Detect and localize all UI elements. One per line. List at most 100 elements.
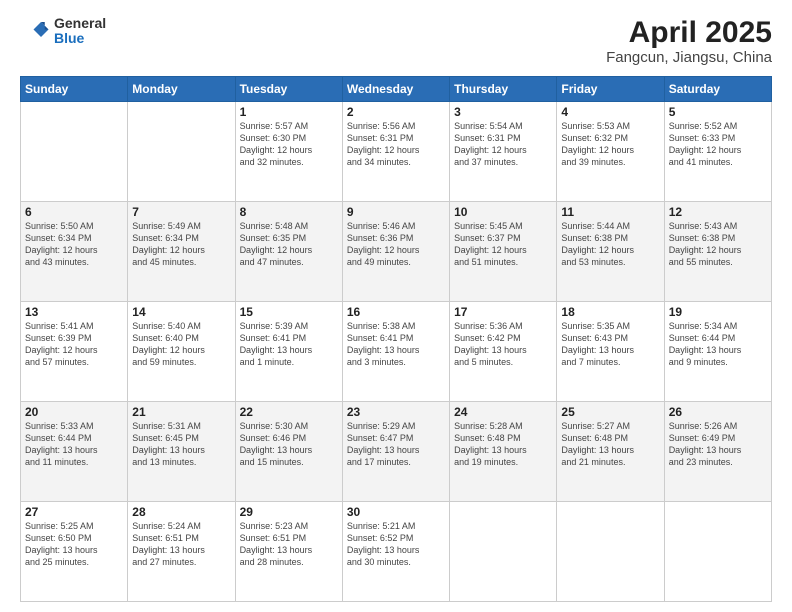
logo-text: General Blue bbox=[54, 16, 106, 47]
day-info: Sunrise: 5:28 AM Sunset: 6:48 PM Dayligh… bbox=[454, 420, 552, 469]
day-number: 1 bbox=[240, 105, 338, 119]
calendar-cell: 19Sunrise: 5:34 AM Sunset: 6:44 PM Dayli… bbox=[664, 302, 771, 402]
calendar-cell: 22Sunrise: 5:30 AM Sunset: 6:46 PM Dayli… bbox=[235, 402, 342, 502]
calendar-page: General Blue April 2025 Fangcun, Jiangsu… bbox=[0, 0, 792, 612]
calendar-cell: 3Sunrise: 5:54 AM Sunset: 6:31 PM Daylig… bbox=[450, 102, 557, 202]
day-info: Sunrise: 5:56 AM Sunset: 6:31 PM Dayligh… bbox=[347, 120, 445, 169]
page-subtitle: Fangcun, Jiangsu, China bbox=[606, 49, 772, 66]
day-info: Sunrise: 5:41 AM Sunset: 6:39 PM Dayligh… bbox=[25, 320, 123, 369]
calendar-cell: 27Sunrise: 5:25 AM Sunset: 6:50 PM Dayli… bbox=[21, 502, 128, 602]
week-row-5: 27Sunrise: 5:25 AM Sunset: 6:50 PM Dayli… bbox=[21, 502, 772, 602]
col-header-friday: Friday bbox=[557, 77, 664, 102]
calendar-cell: 29Sunrise: 5:23 AM Sunset: 6:51 PM Dayli… bbox=[235, 502, 342, 602]
day-number: 13 bbox=[25, 305, 123, 319]
day-info: Sunrise: 5:46 AM Sunset: 6:36 PM Dayligh… bbox=[347, 220, 445, 269]
page-header: General Blue April 2025 Fangcun, Jiangsu… bbox=[20, 16, 772, 66]
day-number: 17 bbox=[454, 305, 552, 319]
calendar-cell: 13Sunrise: 5:41 AM Sunset: 6:39 PM Dayli… bbox=[21, 302, 128, 402]
day-info: Sunrise: 5:25 AM Sunset: 6:50 PM Dayligh… bbox=[25, 520, 123, 569]
calendar-cell: 6Sunrise: 5:50 AM Sunset: 6:34 PM Daylig… bbox=[21, 202, 128, 302]
day-info: Sunrise: 5:33 AM Sunset: 6:44 PM Dayligh… bbox=[25, 420, 123, 469]
day-info: Sunrise: 5:44 AM Sunset: 6:38 PM Dayligh… bbox=[561, 220, 659, 269]
calendar-cell: 28Sunrise: 5:24 AM Sunset: 6:51 PM Dayli… bbox=[128, 502, 235, 602]
day-info: Sunrise: 5:39 AM Sunset: 6:41 PM Dayligh… bbox=[240, 320, 338, 369]
calendar-cell: 20Sunrise: 5:33 AM Sunset: 6:44 PM Dayli… bbox=[21, 402, 128, 502]
calendar-cell: 17Sunrise: 5:36 AM Sunset: 6:42 PM Dayli… bbox=[450, 302, 557, 402]
day-number: 5 bbox=[669, 105, 767, 119]
day-info: Sunrise: 5:54 AM Sunset: 6:31 PM Dayligh… bbox=[454, 120, 552, 169]
calendar-cell: 30Sunrise: 5:21 AM Sunset: 6:52 PM Dayli… bbox=[342, 502, 449, 602]
page-title: April 2025 bbox=[606, 16, 772, 49]
day-info: Sunrise: 5:29 AM Sunset: 6:47 PM Dayligh… bbox=[347, 420, 445, 469]
day-number: 30 bbox=[347, 505, 445, 519]
calendar-cell bbox=[664, 502, 771, 602]
day-number: 10 bbox=[454, 205, 552, 219]
day-info: Sunrise: 5:35 AM Sunset: 6:43 PM Dayligh… bbox=[561, 320, 659, 369]
calendar-cell: 24Sunrise: 5:28 AM Sunset: 6:48 PM Dayli… bbox=[450, 402, 557, 502]
calendar-cell bbox=[450, 502, 557, 602]
calendar-cell: 18Sunrise: 5:35 AM Sunset: 6:43 PM Dayli… bbox=[557, 302, 664, 402]
day-number: 27 bbox=[25, 505, 123, 519]
calendar-header-row: SundayMondayTuesdayWednesdayThursdayFrid… bbox=[21, 77, 772, 102]
day-number: 29 bbox=[240, 505, 338, 519]
calendar-cell: 1Sunrise: 5:57 AM Sunset: 6:30 PM Daylig… bbox=[235, 102, 342, 202]
day-number: 19 bbox=[669, 305, 767, 319]
col-header-wednesday: Wednesday bbox=[342, 77, 449, 102]
day-number: 7 bbox=[132, 205, 230, 219]
col-header-saturday: Saturday bbox=[664, 77, 771, 102]
week-row-3: 13Sunrise: 5:41 AM Sunset: 6:39 PM Dayli… bbox=[21, 302, 772, 402]
day-info: Sunrise: 5:23 AM Sunset: 6:51 PM Dayligh… bbox=[240, 520, 338, 569]
title-block: April 2025 Fangcun, Jiangsu, China bbox=[606, 16, 772, 66]
day-number: 16 bbox=[347, 305, 445, 319]
day-number: 28 bbox=[132, 505, 230, 519]
day-info: Sunrise: 5:27 AM Sunset: 6:48 PM Dayligh… bbox=[561, 420, 659, 469]
day-number: 9 bbox=[347, 205, 445, 219]
calendar-cell: 7Sunrise: 5:49 AM Sunset: 6:34 PM Daylig… bbox=[128, 202, 235, 302]
week-row-1: 1Sunrise: 5:57 AM Sunset: 6:30 PM Daylig… bbox=[21, 102, 772, 202]
calendar-cell: 10Sunrise: 5:45 AM Sunset: 6:37 PM Dayli… bbox=[450, 202, 557, 302]
day-info: Sunrise: 5:30 AM Sunset: 6:46 PM Dayligh… bbox=[240, 420, 338, 469]
calendar-cell: 12Sunrise: 5:43 AM Sunset: 6:38 PM Dayli… bbox=[664, 202, 771, 302]
calendar-cell: 25Sunrise: 5:27 AM Sunset: 6:48 PM Dayli… bbox=[557, 402, 664, 502]
calendar-cell bbox=[128, 102, 235, 202]
col-header-tuesday: Tuesday bbox=[235, 77, 342, 102]
day-info: Sunrise: 5:53 AM Sunset: 6:32 PM Dayligh… bbox=[561, 120, 659, 169]
day-info: Sunrise: 5:50 AM Sunset: 6:34 PM Dayligh… bbox=[25, 220, 123, 269]
day-number: 15 bbox=[240, 305, 338, 319]
calendar-cell: 4Sunrise: 5:53 AM Sunset: 6:32 PM Daylig… bbox=[557, 102, 664, 202]
calendar-cell: 14Sunrise: 5:40 AM Sunset: 6:40 PM Dayli… bbox=[128, 302, 235, 402]
day-number: 26 bbox=[669, 405, 767, 419]
logo-general: General bbox=[54, 16, 106, 31]
day-info: Sunrise: 5:57 AM Sunset: 6:30 PM Dayligh… bbox=[240, 120, 338, 169]
calendar-cell: 8Sunrise: 5:48 AM Sunset: 6:35 PM Daylig… bbox=[235, 202, 342, 302]
calendar-cell: 21Sunrise: 5:31 AM Sunset: 6:45 PM Dayli… bbox=[128, 402, 235, 502]
day-number: 23 bbox=[347, 405, 445, 419]
day-info: Sunrise: 5:31 AM Sunset: 6:45 PM Dayligh… bbox=[132, 420, 230, 469]
calendar-cell: 15Sunrise: 5:39 AM Sunset: 6:41 PM Dayli… bbox=[235, 302, 342, 402]
calendar-cell: 16Sunrise: 5:38 AM Sunset: 6:41 PM Dayli… bbox=[342, 302, 449, 402]
day-number: 18 bbox=[561, 305, 659, 319]
day-info: Sunrise: 5:48 AM Sunset: 6:35 PM Dayligh… bbox=[240, 220, 338, 269]
week-row-2: 6Sunrise: 5:50 AM Sunset: 6:34 PM Daylig… bbox=[21, 202, 772, 302]
calendar-cell: 5Sunrise: 5:52 AM Sunset: 6:33 PM Daylig… bbox=[664, 102, 771, 202]
day-info: Sunrise: 5:38 AM Sunset: 6:41 PM Dayligh… bbox=[347, 320, 445, 369]
day-info: Sunrise: 5:40 AM Sunset: 6:40 PM Dayligh… bbox=[132, 320, 230, 369]
calendar-table: SundayMondayTuesdayWednesdayThursdayFrid… bbox=[20, 76, 772, 602]
day-number: 4 bbox=[561, 105, 659, 119]
day-number: 21 bbox=[132, 405, 230, 419]
calendar-cell: 9Sunrise: 5:46 AM Sunset: 6:36 PM Daylig… bbox=[342, 202, 449, 302]
calendar-cell: 23Sunrise: 5:29 AM Sunset: 6:47 PM Dayli… bbox=[342, 402, 449, 502]
calendar-cell: 11Sunrise: 5:44 AM Sunset: 6:38 PM Dayli… bbox=[557, 202, 664, 302]
calendar-cell: 2Sunrise: 5:56 AM Sunset: 6:31 PM Daylig… bbox=[342, 102, 449, 202]
day-number: 14 bbox=[132, 305, 230, 319]
calendar-cell bbox=[557, 502, 664, 602]
day-info: Sunrise: 5:49 AM Sunset: 6:34 PM Dayligh… bbox=[132, 220, 230, 269]
day-info: Sunrise: 5:43 AM Sunset: 6:38 PM Dayligh… bbox=[669, 220, 767, 269]
day-number: 8 bbox=[240, 205, 338, 219]
day-info: Sunrise: 5:52 AM Sunset: 6:33 PM Dayligh… bbox=[669, 120, 767, 169]
day-number: 24 bbox=[454, 405, 552, 419]
logo-blue: Blue bbox=[54, 31, 106, 46]
day-number: 2 bbox=[347, 105, 445, 119]
logo: General Blue bbox=[20, 16, 106, 47]
day-number: 25 bbox=[561, 405, 659, 419]
